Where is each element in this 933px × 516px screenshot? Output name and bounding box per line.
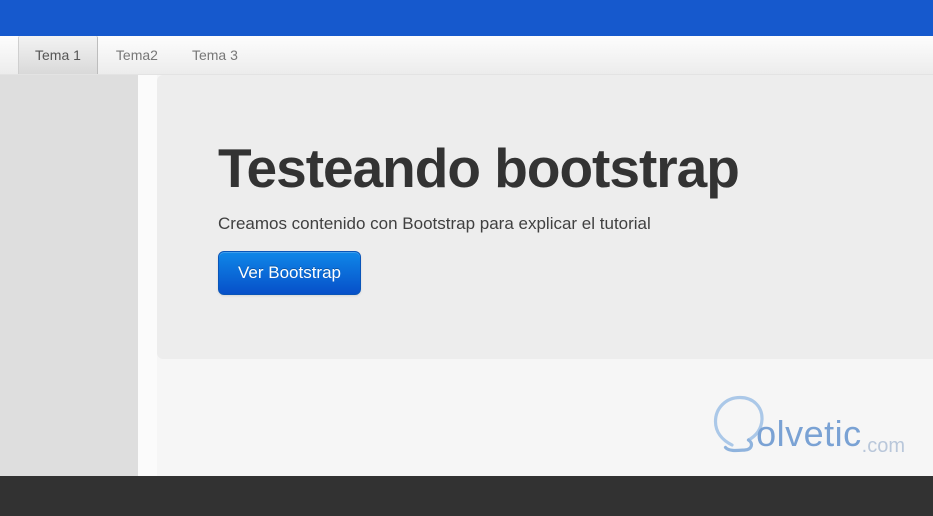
hero-title: Testeando bootstrap: [218, 137, 740, 199]
sidebar: [0, 75, 138, 476]
tab-tema-3-label: Tema 3: [191, 47, 238, 63]
solvetic-logo-text: olvetic: [756, 413, 862, 454]
tab-tema-3[interactable]: Tema 3: [176, 36, 254, 74]
tab-bar: Tema 1 Tema2 Tema 3: [0, 36, 933, 75]
footer-bar: [0, 476, 933, 516]
ver-bootstrap-button[interactable]: Ver Bootstrap: [218, 251, 362, 296]
hero-unit: Testeando bootstrap Creamos contenido co…: [157, 75, 933, 359]
tab-tema-2-label: Tema2: [115, 47, 158, 63]
solvetic-logo-tld: .com: [861, 435, 905, 457]
top-navbar: [0, 0, 933, 36]
hero-subtitle: Creamos contenido con Bootstrap para exp…: [218, 214, 651, 233]
solvetic-logo: olvetic .com: [710, 392, 905, 460]
tab-tema-2[interactable]: Tema2: [100, 36, 174, 74]
tab-tema-1-label: Tema 1: [35, 47, 81, 63]
content-gutter: [138, 75, 157, 476]
lightbulb-icon: [710, 392, 764, 460]
tab-tema-1[interactable]: Tema 1: [18, 36, 98, 74]
